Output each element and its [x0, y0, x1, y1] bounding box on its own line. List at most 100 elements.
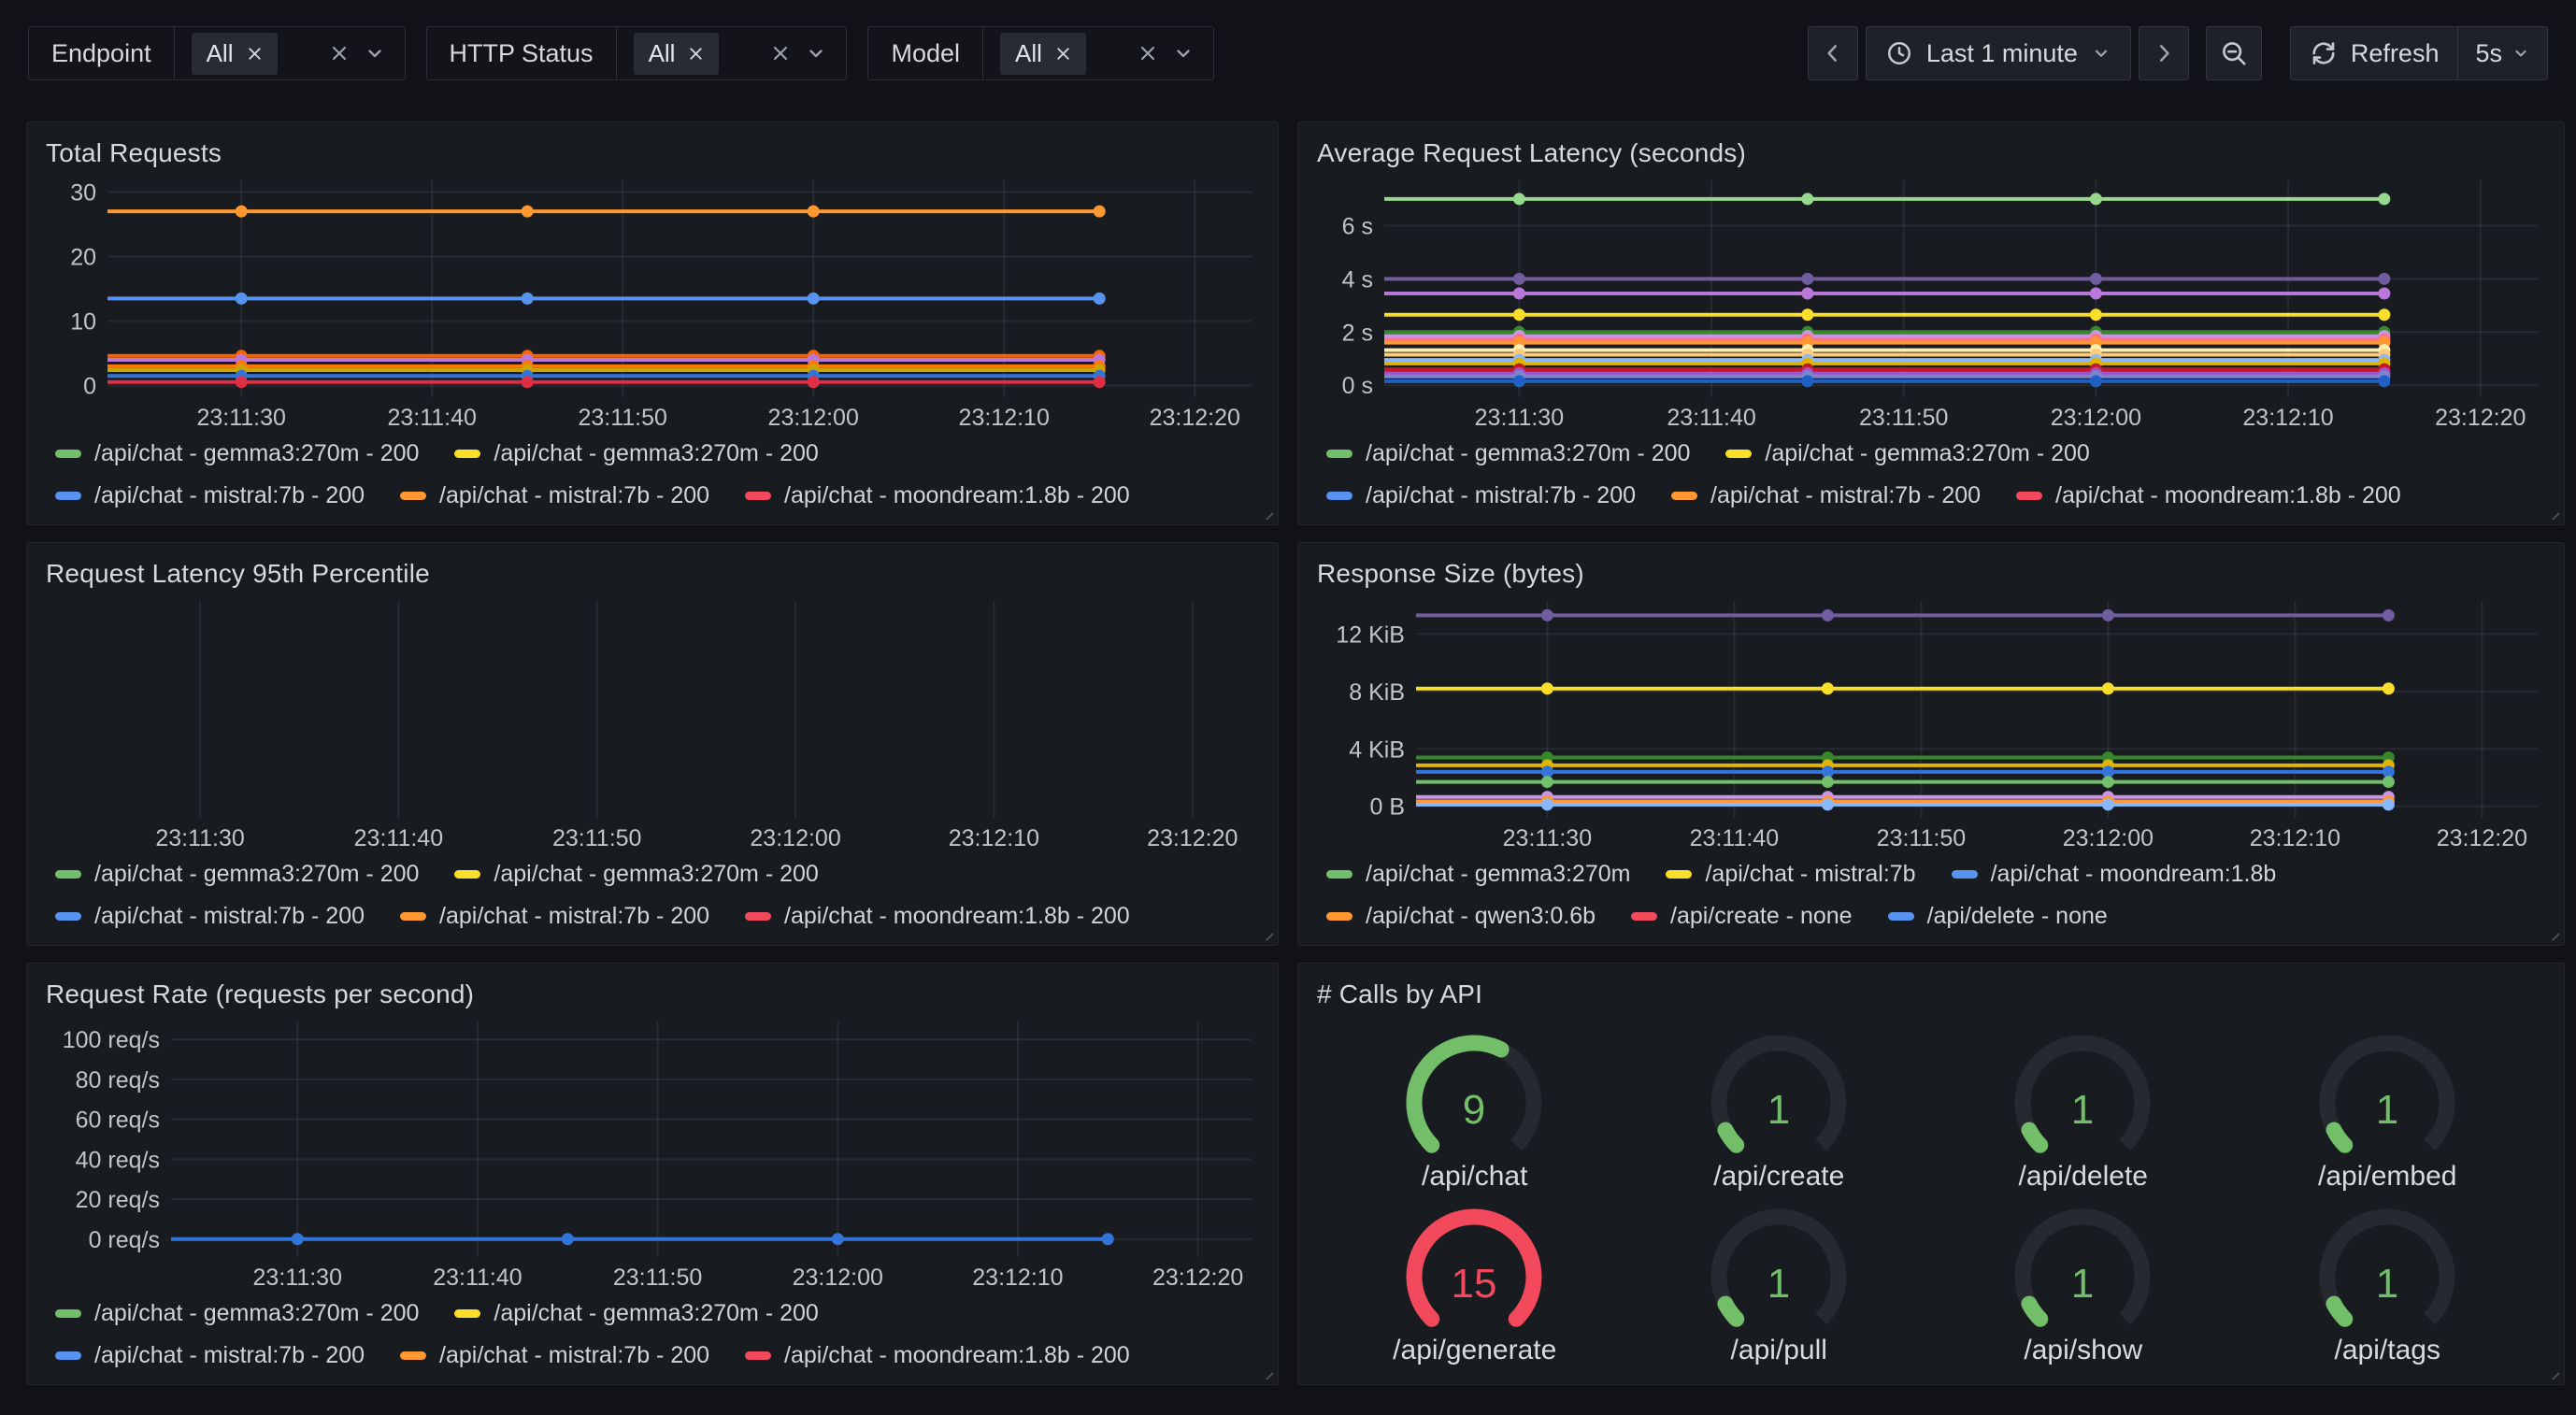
gauge-value-arc — [1414, 1043, 1501, 1145]
clear-all-icon[interactable] — [769, 42, 792, 64]
panel-resize-handle[interactable] — [2546, 927, 2559, 940]
series-point — [1822, 682, 1834, 694]
panel-resize-handle[interactable] — [1260, 1366, 1273, 1379]
filter-endpoint-select[interactable]: All — [175, 27, 405, 79]
series-point — [562, 1233, 574, 1245]
y-axis-tick-label: 20 — [70, 244, 96, 270]
legend-item[interactable]: /api/chat - moondream:1.8b - 200 — [2016, 482, 2401, 509]
chevron-down-icon[interactable] — [805, 42, 827, 64]
panel-title[interactable]: Request Latency 95th Percentile — [46, 554, 1259, 593]
legend-item[interactable]: /api/chat - mistral:7b - 200 — [1671, 482, 1981, 509]
gauge-api-chat: 9/api/chat — [1323, 1020, 1627, 1193]
time-series-chart[interactable]: 23:11:3023:11:4023:11:5023:12:0023:12:10… — [46, 593, 1259, 853]
panel-request-rate: Request Rate (requests per second) 23:11… — [26, 963, 1279, 1385]
legend-series-label: /api/chat - gemma3:270m - 200 — [494, 440, 818, 467]
time-shift-forward-button[interactable] — [2139, 26, 2189, 80]
x-axis-tick-label: 23:12:00 — [768, 405, 859, 431]
chevron-down-icon[interactable] — [364, 42, 386, 64]
x-axis-tick-label: 23:11:50 — [552, 825, 641, 851]
series-point — [522, 376, 534, 388]
clear-all-icon[interactable] — [1137, 42, 1159, 64]
remove-value-icon[interactable] — [686, 44, 706, 64]
refresh-button[interactable]: Refresh — [2290, 26, 2458, 80]
panel-title[interactable]: Response Size (bytes) — [1317, 554, 2545, 593]
gauge-label: /api/tags — [2335, 1335, 2440, 1366]
legend-series-marker — [55, 1351, 81, 1360]
legend-item[interactable]: /api/chat - mistral:7b - 200 — [400, 482, 709, 509]
series-point — [2383, 798, 2395, 810]
series-point — [1513, 273, 1525, 285]
legend-series-marker — [745, 1351, 771, 1360]
legend-item[interactable]: /api/chat - moondream:1.8b — [1952, 861, 2277, 888]
chevron-down-icon[interactable] — [1172, 42, 1195, 64]
legend-item[interactable]: /api/chat - gemma3:270m - 200 — [55, 440, 419, 467]
legend-item[interactable]: /api/chat - moondream:1.8b - 200 — [745, 482, 1130, 509]
panel-title[interactable]: Request Rate (requests per second) — [46, 975, 1259, 1014]
x-axis-tick-label: 23:12:00 — [793, 1265, 883, 1291]
panel-title[interactable]: Average Request Latency (seconds) — [1317, 134, 2545, 173]
series-point — [236, 376, 248, 388]
panel-title[interactable]: # Calls by API — [1317, 975, 2545, 1014]
panel-resize-handle[interactable] — [2546, 507, 2559, 520]
legend-item[interactable]: /api/chat - gemma3:270m - 200 — [55, 861, 419, 888]
legend-item[interactable]: /api/chat - mistral:7b - 200 — [400, 903, 709, 930]
y-axis-tick-label: 0 — [83, 374, 96, 400]
y-axis-tick-label: 4 KiB — [1349, 736, 1405, 763]
time-series-chart[interactable]: 23:11:3023:11:4023:11:5023:12:0023:12:10… — [1317, 173, 2545, 433]
legend-item[interactable]: /api/delete - none — [1888, 903, 2108, 930]
series-point — [1094, 206, 1106, 218]
legend-series-marker — [400, 492, 426, 500]
legend-series-marker — [454, 450, 480, 458]
legend-row: /api/chat - gemma3:270m - 200/api/chat -… — [55, 1293, 1259, 1335]
legend-item[interactable]: /api/chat - mistral:7b - 200 — [55, 903, 365, 930]
legend-item[interactable]: /api/chat - gemma3:270m - 200 — [454, 861, 818, 888]
chevron-down-icon — [2512, 44, 2530, 63]
remove-value-icon[interactable] — [1053, 44, 1073, 64]
y-axis-tick-label: 40 req/s — [76, 1147, 160, 1173]
legend-item[interactable]: /api/chat - mistral:7b - 200 — [1326, 482, 1636, 509]
series-point — [1513, 193, 1525, 205]
filter-model-chip[interactable]: All — [1000, 33, 1086, 75]
series-point — [2378, 287, 2390, 299]
y-axis-tick-label: 2 s — [1342, 320, 1373, 346]
time-series-chart[interactable]: 23:11:3023:11:4023:11:5023:12:0023:12:10… — [46, 173, 1259, 433]
time-series-chart[interactable]: 23:11:3023:11:4023:11:5023:12:0023:12:10… — [46, 1014, 1259, 1293]
legend-series-label: /api/chat - gemma3:270m - 200 — [94, 1300, 419, 1327]
time-zoom-out-button[interactable] — [2206, 26, 2262, 80]
x-axis-tick-label: 23:11:40 — [354, 825, 443, 851]
panel-resize-handle[interactable] — [2546, 1366, 2559, 1379]
refresh-interval-dropdown[interactable]: 5s — [2457, 26, 2548, 80]
legend-item[interactable]: /api/chat - gemma3:270m — [1326, 861, 1630, 888]
clear-all-icon[interactable] — [328, 42, 351, 64]
gauge-value-arc — [2334, 1130, 2345, 1145]
legend-item[interactable]: /api/chat - gemma3:270m - 200 — [1725, 440, 2089, 467]
legend-item[interactable]: /api/chat - moondream:1.8b - 200 — [745, 903, 1130, 930]
legend-series-label: /api/chat - mistral:7b — [1705, 861, 1915, 888]
legend-item[interactable]: /api/chat - gemma3:270m - 200 — [454, 1300, 818, 1327]
legend-item[interactable]: /api/chat - mistral:7b - 200 — [55, 482, 365, 509]
filter-http-status-select[interactable]: All — [617, 27, 847, 79]
time-range-picker[interactable]: Last 1 minute — [1866, 26, 2131, 80]
legend-item[interactable]: /api/chat - gemma3:270m - 200 — [55, 1300, 419, 1327]
legend-item[interactable]: /api/chat - qwen3:0.6b — [1326, 903, 1596, 930]
y-axis-tick-label: 20 req/s — [76, 1187, 160, 1213]
filter-http-status-chip[interactable]: All — [634, 33, 720, 75]
x-axis-tick-label: 23:12:10 — [949, 825, 1039, 851]
legend-item[interactable]: /api/create - none — [1631, 903, 1853, 930]
remove-value-icon[interactable] — [245, 44, 265, 64]
panel-resize-handle[interactable] — [1260, 927, 1273, 940]
time-series-chart[interactable]: 23:11:3023:11:4023:11:5023:12:0023:12:10… — [1317, 593, 2545, 853]
time-shift-back-button[interactable] — [1808, 26, 1858, 80]
legend-item[interactable]: /api/chat - mistral:7b - 200 — [55, 1342, 365, 1369]
panel-title[interactable]: Total Requests — [46, 134, 1259, 173]
gauge-api-show: 1/api/show — [1931, 1193, 2236, 1367]
legend-item[interactable]: /api/chat - mistral:7b - 200 — [400, 1342, 709, 1369]
legend-item[interactable]: /api/chat - gemma3:270m - 200 — [1326, 440, 1690, 467]
legend-item[interactable]: /api/chat - gemma3:270m - 200 — [454, 440, 818, 467]
filter-model-select[interactable]: All — [983, 27, 1213, 79]
panel-resize-handle[interactable] — [1260, 507, 1273, 520]
filter-endpoint-chip[interactable]: All — [192, 33, 278, 75]
legend-item[interactable]: /api/chat - mistral:7b — [1666, 861, 1915, 888]
legend-item[interactable]: /api/chat - moondream:1.8b - 200 — [745, 1342, 1130, 1369]
y-axis-tick-label: 60 req/s — [76, 1108, 160, 1134]
